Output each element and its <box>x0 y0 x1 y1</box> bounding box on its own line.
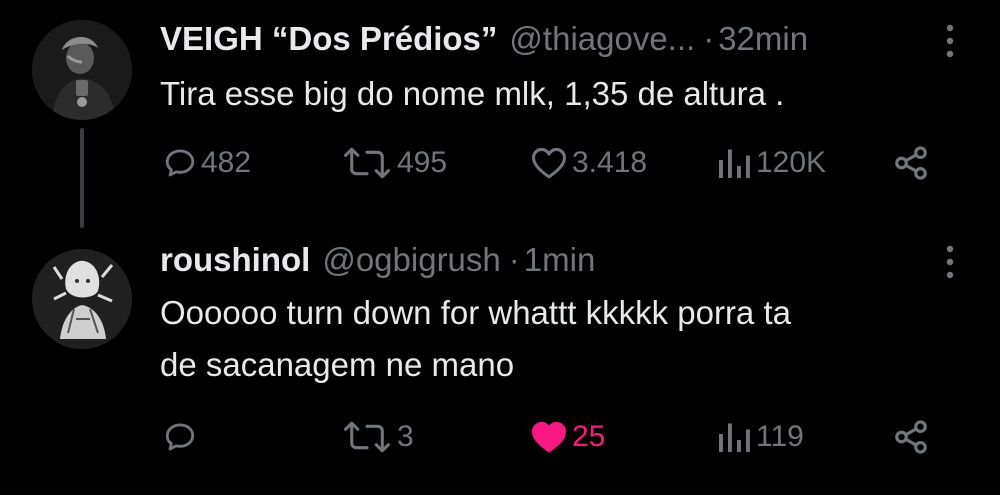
retweet-button[interactable]: 3 <box>341 417 414 457</box>
separator-dot: · <box>508 241 520 278</box>
tweet-text-line: de sacanagem ne mano <box>160 346 515 383</box>
like-button[interactable]: 3.418 <box>530 143 647 183</box>
tweet-reply[interactable]: roushinol @ogbigrush · 1min Oooooo turn … <box>0 235 1000 495</box>
timestamp[interactable]: 32min <box>718 20 808 58</box>
action-bar: 3 25 119 <box>0 417 1000 457</box>
reply-count: 482 <box>201 146 252 179</box>
views-icon <box>719 423 750 452</box>
share-button[interactable] <box>892 143 930 183</box>
tweet-text: Tira esse big do nome mlk, 1,35 de altur… <box>160 68 940 120</box>
avatar[interactable] <box>32 20 132 120</box>
more-icon[interactable] <box>946 245 954 279</box>
view-count: 120K <box>756 146 827 179</box>
view-count: 119 <box>756 420 804 453</box>
avatar-illustration <box>32 249 132 349</box>
like-icon <box>532 147 566 179</box>
tweet-text-line: Tira esse big do nome mlk, 1,35 de altur… <box>160 75 785 112</box>
retweet-button[interactable]: 495 <box>341 143 447 183</box>
avatar[interactable] <box>32 249 132 349</box>
user-handle[interactable]: @thiagove... <box>509 20 695 58</box>
tweet-text-line: Oooooo turn down for whattt kkkkk porra … <box>160 294 791 331</box>
display-name[interactable]: VEIGH “Dos Prédios” <box>160 20 497 58</box>
more-icon[interactable] <box>946 24 954 58</box>
user-handle[interactable]: @ogbigrush <box>322 241 500 279</box>
share-button[interactable] <box>892 417 930 457</box>
retweet-count: 3 <box>397 420 414 453</box>
avatar-photo <box>32 20 132 120</box>
views-button[interactable]: 119 <box>716 417 804 457</box>
like-icon <box>532 421 566 453</box>
reply-icon <box>165 423 195 451</box>
tweet-parent[interactable]: VEIGH “Dos Prédios” @thiagove... · 32min… <box>0 0 1000 235</box>
retweet-icon <box>344 421 390 453</box>
share-icon <box>895 420 927 454</box>
views-icon <box>719 149 750 178</box>
reply-icon <box>165 149 195 177</box>
like-count: 25 <box>572 420 606 453</box>
retweet-icon <box>344 147 390 179</box>
tweet-header: roushinol @ogbigrush · 1min <box>160 238 910 282</box>
tweet-header: VEIGH “Dos Prédios” @thiagove... · 32min <box>160 17 910 61</box>
timestamp[interactable]: 1min <box>524 241 596 279</box>
views-button[interactable]: 120K <box>716 143 826 183</box>
retweet-count: 495 <box>397 146 448 179</box>
tweet-text: Oooooo turn down for whattt kkkkk porra … <box>160 287 940 391</box>
display-name[interactable]: roushinol <box>160 241 310 279</box>
separator-dot: · <box>703 20 715 57</box>
share-icon <box>895 146 927 180</box>
like-button[interactable]: 25 <box>530 417 605 457</box>
action-bar: 482 495 3.418 120K <box>0 143 1000 183</box>
reply-button[interactable]: 482 <box>163 143 251 183</box>
like-count: 3.418 <box>572 146 648 179</box>
reply-button[interactable] <box>163 417 201 457</box>
